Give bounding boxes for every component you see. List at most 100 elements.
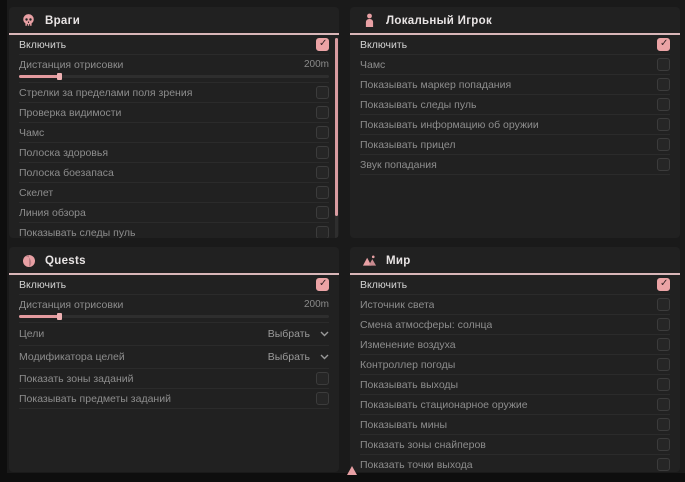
setting-row: Чамс (360, 55, 670, 75)
checkbox[interactable] (316, 38, 329, 51)
setting-label: Включить (360, 279, 407, 291)
slider-thumb[interactable] (57, 73, 62, 80)
panel-enemies-header: Враги (9, 7, 339, 33)
panel-local-player-header: Локальный Игрок (350, 7, 680, 33)
mountain-icon (362, 253, 377, 268)
checkbox[interactable] (316, 206, 329, 219)
setting-label: Показывать предметы заданий (19, 393, 171, 405)
panel-world: Мир Включить Источник света Смена атмосф… (350, 247, 680, 472)
checkbox[interactable] (316, 226, 329, 238)
setting-label: Звук попадания (360, 159, 437, 171)
checkbox[interactable] (657, 138, 670, 151)
slider-thumb[interactable] (57, 313, 62, 320)
checkbox[interactable] (657, 358, 670, 371)
setting-row: Показывать выходы (360, 375, 670, 395)
setting-label: Показывать следы пуль (360, 99, 476, 111)
setting-label: Смена атмосферы: солнца (360, 319, 492, 331)
chevron-down-icon (320, 354, 329, 360)
checkbox[interactable] (657, 58, 670, 71)
setting-row: Включить (360, 35, 670, 55)
setting-row: Линия обзора (19, 203, 329, 223)
scrollbar-thumb[interactable] (335, 38, 338, 216)
setting-row: Полоска боезапаса (19, 163, 329, 183)
checkbox[interactable] (657, 278, 670, 291)
setting-label: Дистанция отрисовки (19, 59, 123, 71)
checkbox[interactable] (657, 418, 670, 431)
distance-slider[interactable] (19, 315, 329, 318)
setting-label: Стрелки за пределами поля зрения (19, 87, 192, 99)
checkbox[interactable] (316, 278, 329, 291)
setting-row: Показывать информацию об оружии (360, 115, 670, 135)
setting-row: Цели Выбрать (19, 323, 329, 346)
setting-row: Показывать маркер попадания (360, 75, 670, 95)
window-edge-left (0, 0, 7, 482)
dropdown-value: Выбрать (268, 328, 310, 340)
checkbox[interactable] (657, 458, 670, 471)
checkbox[interactable] (657, 38, 670, 51)
checkbox[interactable] (316, 146, 329, 159)
quest-marker-icon (21, 253, 36, 268)
setting-row: Включить (360, 275, 670, 295)
setting-label: Чамс (19, 127, 44, 139)
checkbox[interactable] (316, 86, 329, 99)
setting-label: Показать зоны снайперов (360, 439, 486, 451)
setting-row: Показать точки выхода (360, 455, 670, 472)
setting-row: Звук попадания (360, 155, 670, 175)
checkbox[interactable] (657, 98, 670, 111)
checkbox[interactable] (657, 438, 670, 451)
setting-label: Контроллер погоды (360, 359, 455, 371)
setting-row: Полоска здоровья (19, 143, 329, 163)
checkbox[interactable] (657, 338, 670, 351)
setting-label: Дистанция отрисовки (19, 299, 123, 311)
setting-label: Линия обзора (19, 207, 86, 219)
setting-label: Цели (19, 328, 44, 340)
checkbox[interactable] (316, 166, 329, 179)
checkbox[interactable] (657, 378, 670, 391)
setting-row: Включить (19, 275, 329, 295)
checkbox[interactable] (657, 118, 670, 131)
setting-row: Показывать стационарное оружие (360, 395, 670, 415)
target-modifiers-dropdown[interactable]: Выбрать (268, 351, 329, 363)
checkbox[interactable] (316, 126, 329, 139)
setting-row: Показать зоны снайперов (360, 435, 670, 455)
panel-world-header: Мир (350, 247, 680, 273)
setting-label: Показывать выходы (360, 379, 458, 391)
panel-quests-header: Quests (9, 247, 339, 273)
checkbox[interactable] (316, 106, 329, 119)
setting-label: Показывать информацию об оружии (360, 119, 539, 131)
distance-slider[interactable] (19, 75, 329, 78)
setting-row: Показывать следы пуль (19, 223, 329, 238)
checkbox[interactable] (657, 298, 670, 311)
setting-label: Показывать следы пуль (19, 227, 135, 239)
checkbox[interactable] (657, 398, 670, 411)
dropdown-value: Выбрать (268, 351, 310, 363)
setting-row: Проверка видимости (19, 103, 329, 123)
checkbox[interactable] (657, 78, 670, 91)
setting-row: Чамс (19, 123, 329, 143)
setting-label: Показывать стационарное оружие (360, 399, 528, 411)
slider-value: 200m (304, 299, 329, 310)
targets-dropdown[interactable]: Выбрать (268, 328, 329, 340)
checkbox[interactable] (657, 158, 670, 171)
panel-title: Мир (386, 255, 411, 267)
panel-title: Враги (45, 15, 80, 27)
setting-row: Включить (19, 35, 329, 55)
checkbox[interactable] (657, 318, 670, 331)
person-icon (362, 13, 377, 28)
window-edge-bottom (0, 473, 685, 482)
scrollbar-track[interactable] (335, 38, 338, 238)
checkbox[interactable] (316, 392, 329, 405)
checkbox[interactable] (316, 186, 329, 199)
setting-row: Стрелки за пределами поля зрения (19, 83, 329, 103)
checkbox[interactable] (316, 372, 329, 385)
cursor-pointer (347, 466, 357, 475)
setting-row: Смена атмосферы: солнца (360, 315, 670, 335)
setting-label: Показывать прицел (360, 139, 455, 151)
panel-enemies: Враги Включить Дистанция отрисовки 200m … (9, 7, 339, 238)
setting-label: Включить (360, 39, 407, 51)
setting-label: Скелет (19, 187, 53, 199)
panel-local-player: Локальный Игрок Включить Чамс Показывать… (350, 7, 680, 238)
setting-label: Полоска боезапаса (19, 167, 114, 179)
setting-label: Показать точки выхода (360, 459, 473, 471)
slider-row: Дистанция отрисовки 200m (19, 55, 329, 83)
